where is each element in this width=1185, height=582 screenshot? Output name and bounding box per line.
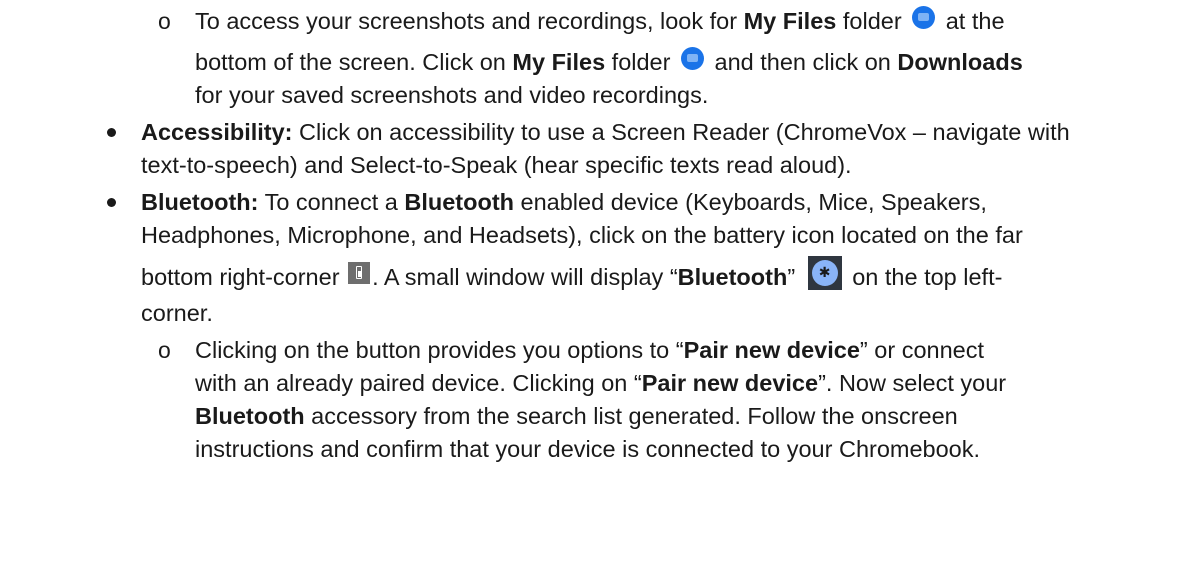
my-files-folder-icon [680,47,704,71]
battery-icon [348,262,371,284]
screenshots-line-3: for your saved screenshots and video rec… [195,82,709,108]
screenshots-line-2: bottom of the screen. Click on My Files … [195,47,1023,75]
accessibility-label: Accessibility: [141,119,293,145]
bluetooth-label: Bluetooth [195,403,305,429]
bluetooth-glyph: ✱ [811,260,838,286]
my-files-folder-icon [912,6,936,30]
bluetooth-icon: ✱ [807,256,842,290]
bullet-marker [107,128,116,137]
pair-new-device-label: Pair new device [683,337,860,363]
pair-new-device-label: Pair new device [641,370,819,396]
bluetooth-label: Bluetooth: [141,189,259,215]
bluetooth-line-2: Headphones, Microphone, and Headsets), c… [141,222,1023,248]
bluetooth-line-1: Bluetooth: To connect a Bluetooth enable… [141,189,987,215]
pair-line-1: Clicking on the button provides you opti… [195,337,985,363]
pair-line-2: with an already paired device. Clicking … [195,370,1007,396]
bluetooth-line-3: bottom right-corner . A small window wil… [141,256,1002,296]
my-files-label: My Files [512,49,606,75]
sub-bullet-marker: o [158,337,171,363]
accessibility-line-1: Accessibility: Click on accessibility to… [141,119,1070,145]
bullet-marker [107,198,116,207]
bluetooth-line-4: corner. [141,300,213,326]
accessibility-line-2: text-to-speech) and Select-to-Speak (hea… [141,152,852,178]
pair-line-4: instructions and confirm that your devic… [195,436,981,462]
my-files-label: My Files [743,8,837,34]
downloads-label: Downloads [897,49,1023,75]
pair-line-3: Bluetooth accessory from the search list… [195,403,958,429]
sub-bullet-marker: o [158,8,171,34]
screenshots-line-1: To access your screenshots and recording… [195,6,1005,34]
document-page: o To access your screenshots and recordi… [0,0,1185,582]
